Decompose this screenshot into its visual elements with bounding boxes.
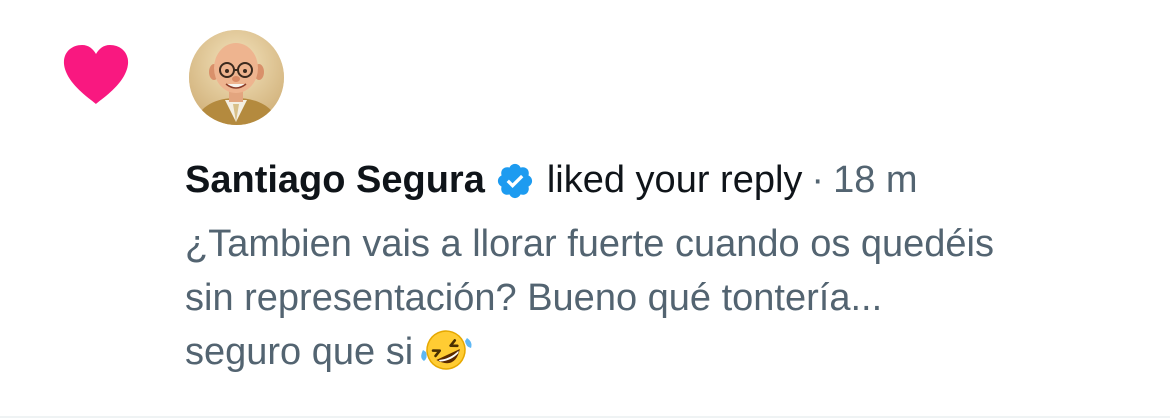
heart-icon <box>63 45 129 104</box>
reply-line-text: seguro que si <box>185 331 414 373</box>
reply-line: sin representación? Bueno qué tontería..… <box>185 277 883 319</box>
notification-content: Santiago Segura liked your reply · 18 m … <box>185 153 1145 379</box>
separator-dot: · <box>811 159 825 201</box>
reply-text[interactable]: ¿Tambien vais a llorar fuerte cuando os … <box>185 217 1085 379</box>
avatar-image <box>189 30 284 125</box>
like-notification[interactable]: Santiago Segura liked your reply · 18 m … <box>0 0 1170 418</box>
timestamp[interactable]: 18 m <box>833 153 917 207</box>
reply-line: ¿Tambien vais a llorar fuerte cuando os … <box>185 223 995 265</box>
avatar[interactable] <box>189 30 284 125</box>
verified-badge-icon <box>497 163 532 199</box>
rolling-on-the-floor-laughing-emoji-icon <box>421 330 472 370</box>
notification-header: Santiago Segura liked your reply · 18 m <box>185 153 1145 207</box>
notification-action: liked your reply <box>546 159 803 201</box>
user-display-name[interactable]: Santiago Segura <box>185 153 485 207</box>
reply-line: seguro que si <box>185 325 1085 379</box>
